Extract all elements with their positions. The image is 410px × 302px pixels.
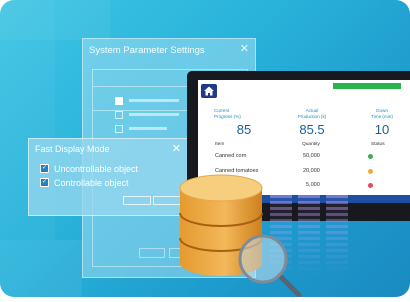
fast-ok-button[interactable] [123,196,151,205]
stat-label-line: Time (min) [371,113,393,119]
status-dot-red [368,183,373,188]
status-dot-green [368,154,373,159]
settings-checkbox-3[interactable] [115,125,123,133]
item-cell: Canned corn [215,153,247,159]
settings-option-bar [129,113,179,116]
home-icon[interactable] [201,84,217,98]
stat-value-production: 85.5 [299,122,325,137]
stat-label-line: Progress (%) [214,113,241,119]
quantity-cell: 20,000 [303,168,320,174]
column-header-item: Item [215,142,225,147]
option-label: Controllable object [54,177,129,188]
uncontrollable-object-option[interactable]: ✓ Uncontrollable object [40,163,138,174]
column-header-status: Status [371,142,385,147]
close-icon[interactable]: ✕ [240,42,249,55]
dialog-title: Fast Display Mode [35,144,110,154]
controllable-object-option[interactable]: ✓ Controllable object [40,177,129,188]
data-glow-bar [326,195,348,277]
stat-label-production: Actual Production (k) [292,108,332,119]
stat-label-line: Production (k) [297,113,327,119]
close-icon[interactable]: ✕ [172,142,181,155]
settings-checkbox-1[interactable] [115,97,123,105]
fast-display-mode-dialog: Fast Display Mode ✕ ✓ Uncontrollable obj… [28,138,188,216]
stat-label-progress: Current Progress (%) [214,108,254,119]
quantity-cell: 50,000 [303,153,320,159]
status-dot-orange [368,169,373,174]
status-bar [333,83,401,89]
fast-cancel-button[interactable] [153,196,181,205]
settings-checkbox-2[interactable] [115,111,123,119]
check-icon[interactable]: ✓ [40,178,49,187]
background-shape [0,0,55,40]
background-shape [0,240,82,297]
settings-option-bar [129,127,167,130]
option-label: Uncontrollable object [54,163,139,174]
stat-label-downtime: Down Time (min) [362,108,402,119]
magnifier-icon-graphic [238,234,302,298]
background-shape [55,0,110,40]
dialog-title: System Parameter Settings [89,45,205,56]
column-header-quantity: Quantity [302,142,320,147]
stat-value-downtime: 10 [374,122,390,137]
home-icon-graphic [204,86,214,96]
settings-option-bar [129,99,179,102]
check-icon[interactable]: ✓ [40,164,49,173]
stat-value-progress: 85 [236,122,252,137]
quantity-cell: 5,000 [306,182,320,188]
magnifier-icon [235,229,305,302]
settings-ok-button[interactable] [139,248,165,258]
